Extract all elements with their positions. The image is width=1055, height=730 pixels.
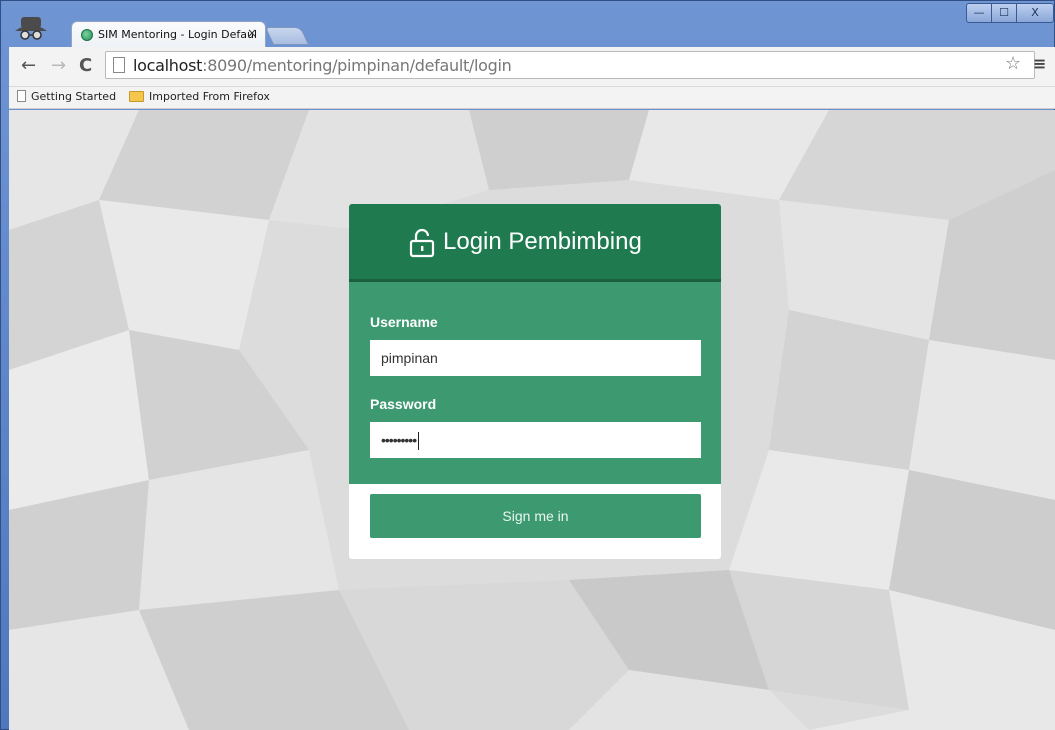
minimize-button[interactable]: — xyxy=(966,3,992,23)
favicon-icon xyxy=(81,29,93,41)
page-viewport: Login Pembimbing Username pimpinan Passw… xyxy=(9,110,1055,730)
bookmark-label: Imported From Firefox xyxy=(149,90,270,103)
menu-icon[interactable]: ≡ xyxy=(1033,54,1046,73)
address-bar[interactable]: localhost:8090/mentoring/pimpinan/defaul… xyxy=(105,51,1035,79)
bookmark-label: Getting Started xyxy=(31,90,117,103)
folder-icon xyxy=(129,91,144,102)
close-button[interactable]: X xyxy=(1016,3,1054,23)
bookmark-getting-started[interactable]: Getting Started xyxy=(17,90,116,103)
tab-close-icon[interactable]: × xyxy=(247,26,257,40)
lock-icon xyxy=(409,228,435,258)
browser-toolbar: ← → C localhost:8090/mentoring/pimpinan/… xyxy=(9,47,1055,87)
login-card: Login Pembimbing Username pimpinan Passw… xyxy=(349,204,721,559)
password-value: ••••••••• xyxy=(381,432,417,448)
tab-title: SIM Mentoring - Login Defaul xyxy=(98,28,258,41)
star-icon[interactable]: ☆ xyxy=(1005,53,1021,74)
back-arrow-icon[interactable]: ← xyxy=(21,55,36,76)
incognito-icon xyxy=(15,17,47,40)
title-bar: SIM Mentoring - Login Defaul × — ☐ X xyxy=(1,1,1055,47)
page-icon xyxy=(17,90,26,102)
sign-in-button[interactable]: Sign me in xyxy=(370,494,701,538)
login-title: Login Pembimbing xyxy=(443,228,642,255)
text-caret xyxy=(418,432,420,451)
bookmarks-bar: Getting Started Imported From Firefox xyxy=(9,87,1055,109)
new-tab-button[interactable] xyxy=(264,27,310,45)
url-host: localhost xyxy=(133,56,203,75)
bookmark-imported-firefox[interactable]: Imported From Firefox xyxy=(129,90,270,103)
tab-active[interactable]: SIM Mentoring - Login Defaul × xyxy=(71,21,266,47)
forward-arrow-icon[interactable]: → xyxy=(51,55,66,76)
password-label: Password xyxy=(370,396,437,412)
browser-window: SIM Mentoring - Login Defaul × — ☐ X ← →… xyxy=(0,0,1055,730)
username-label: Username xyxy=(370,314,438,330)
url-text[interactable]: localhost:8090/mentoring/pimpinan/defaul… xyxy=(133,56,512,75)
page-icon xyxy=(113,57,125,73)
maximize-button[interactable]: ☐ xyxy=(991,3,1017,23)
url-path: :8090/mentoring/pimpinan/default/login xyxy=(202,56,512,75)
reload-icon[interactable]: C xyxy=(79,55,92,76)
password-input[interactable]: ••••••••• xyxy=(370,422,701,458)
login-header: Login Pembimbing xyxy=(349,204,721,282)
username-input[interactable]: pimpinan xyxy=(370,340,701,376)
login-form: Username pimpinan Password ••••••••• xyxy=(349,282,721,484)
